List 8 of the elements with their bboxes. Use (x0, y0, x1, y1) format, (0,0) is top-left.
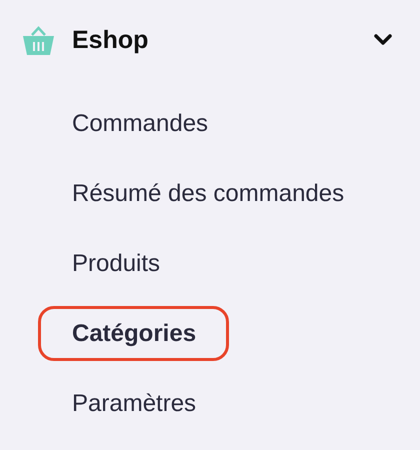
menu-item[interactable]: Paramètres (38, 376, 230, 431)
menu-item[interactable]: Produits (38, 236, 194, 291)
chevron-icon[interactable] (374, 34, 392, 46)
section-title: Eshop (72, 26, 150, 54)
menu-item[interactable]: Commandes (38, 96, 242, 151)
basket-icon (22, 24, 55, 56)
menu-item[interactable]: Résumé des commandes (38, 166, 378, 221)
menu-item[interactable]: Catégories (38, 306, 230, 361)
